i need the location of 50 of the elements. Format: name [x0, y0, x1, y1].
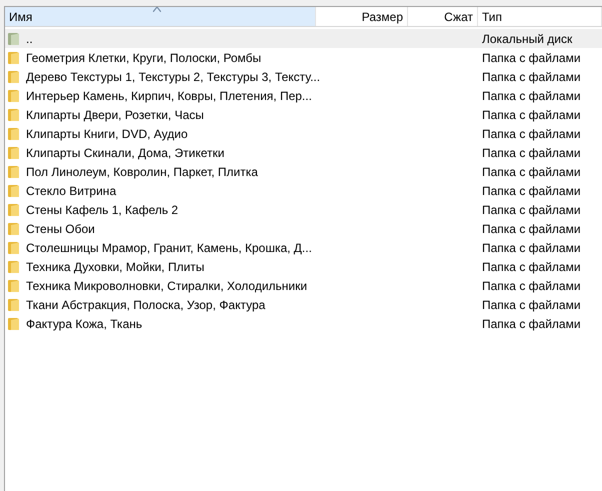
- folder-icon: [7, 88, 21, 102]
- file-type: Папка с файлами: [481, 182, 581, 200]
- folder-icon: [7, 32, 21, 46]
- file-type: Папка с файлами: [481, 240, 581, 256]
- folder-icon: [7, 278, 21, 292]
- file-type: Папка с файлами: [481, 296, 581, 314]
- file-name: Пол Линолеум, Ковролин, Паркет, Плитка: [26, 164, 258, 180]
- file-row[interactable]: .. Локальный диск: [5, 29, 602, 48]
- file-name: Стены Кафель 1, Кафель 2: [26, 202, 178, 218]
- file-type: Папка с файлами: [481, 50, 581, 66]
- file-name: Ткани Абстракция, Полоска, Узор, Фактура: [26, 296, 266, 314]
- folder-icon: [7, 70, 21, 84]
- file-type: Папка с файлами: [481, 316, 581, 332]
- file-name: Фактура Кожа, Ткань: [26, 316, 142, 332]
- file-name: Интерьер Камень, Кирпич, Ковры, Плетения, Пер...: [26, 88, 312, 104]
- folder-icon: [7, 146, 21, 160]
- file-type: Папка с файлами: [481, 202, 581, 218]
- folder-icon: [7, 126, 21, 140]
- column-header[interactable]: Имя: [5, 7, 316, 26]
- folder-icon: [7, 164, 21, 178]
- folder-icon: [7, 222, 21, 236]
- file-type: Папка с файлами: [481, 106, 581, 124]
- file-type: Папка с файлами: [481, 144, 581, 162]
- file-type: Локальный диск: [481, 30, 572, 48]
- file-type: Папка с файлами: [481, 164, 581, 180]
- folder-icon: [7, 316, 21, 330]
- file-type: Папка с файлами: [481, 258, 581, 276]
- file-name: Клипарты Скинали, Дома, Этикетки: [26, 144, 224, 162]
- folder-icon: [7, 108, 21, 122]
- folder-icon: [7, 50, 21, 64]
- file-name: Столешницы Мрамор, Гранит, Камень, Крошка, Д...: [26, 240, 312, 256]
- folder-icon: [7, 260, 21, 274]
- file-type: Папка с файлами: [481, 68, 581, 86]
- file-name: Клипарты Двери, Розетки, Часы: [26, 106, 204, 124]
- file-name: Дерево Текстуры 1, Текстуры 2, Текстуры 3, Тексту...: [26, 68, 320, 86]
- folder-icon: [7, 202, 21, 216]
- file-name: Техника Микроволновки, Стиралки, Холодильники: [26, 278, 308, 294]
- file-name: ..: [26, 30, 33, 48]
- file-name: Геометрия Клетки, Круги, Полоски, Ромбы: [26, 50, 262, 66]
- file-type: Папка с файлами: [481, 220, 581, 238]
- file-name: Техника Духовки, Мойки, Плиты: [26, 258, 204, 276]
- file-type: Папка с файлами: [481, 88, 581, 104]
- file-type: Папка с файлами: [481, 126, 581, 142]
- folder-icon: [7, 184, 21, 198]
- file-name: Клипарты Книги, DVD, Аудио: [26, 126, 188, 142]
- file-name: Стены Обои: [26, 220, 95, 238]
- file-name: Стекло Витрина: [26, 182, 116, 200]
- folder-icon: [7, 298, 21, 312]
- folder-icon: [7, 240, 21, 254]
- file-type: Папка с файлами: [481, 278, 581, 294]
